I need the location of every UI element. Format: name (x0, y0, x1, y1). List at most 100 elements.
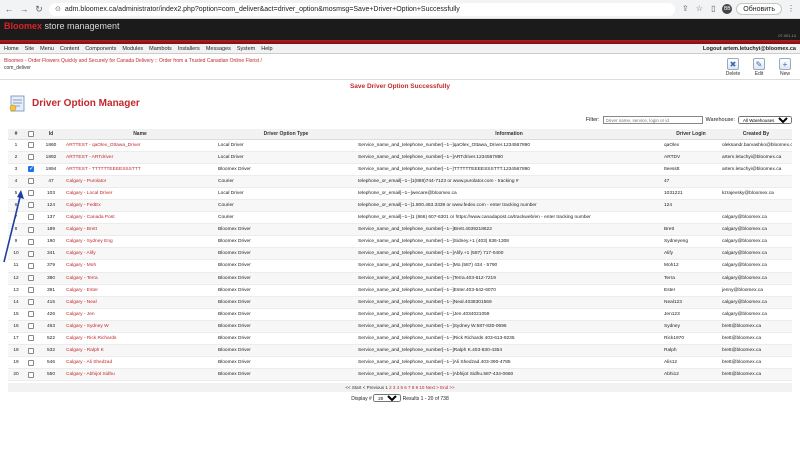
menu-components[interactable]: Components (85, 46, 116, 52)
row-checkbox[interactable] (28, 287, 34, 294)
address-bar[interactable]: ⊙ adm.bloomex.ca/administrator/index2.ph… (49, 2, 676, 16)
row-checkbox[interactable] (28, 371, 34, 378)
table-row[interactable]: 20 550 Calgary - Abhijot Sidhu Bloomex Driv… (8, 368, 792, 382)
menu-modules[interactable]: Modules (122, 46, 143, 52)
table-row[interactable]: 2 1892 ARTTEST - ARTdriver Local Driver Serv… (8, 151, 792, 164)
filter-input[interactable] (602, 116, 703, 124)
display-count-select[interactable]: 20 (373, 394, 402, 403)
menu-messages[interactable]: Messages (206, 46, 231, 52)
row-checkbox[interactable] (28, 178, 34, 185)
row-checkbox-cell[interactable] (24, 296, 38, 309)
row-checkbox-cell[interactable] (24, 284, 38, 297)
profile-avatar[interactable]: BB (722, 4, 733, 14)
row-name-link[interactable]: Calgary - Local Driver (64, 187, 216, 200)
new-button[interactable]: + New (774, 58, 796, 77)
warehouse-select[interactable]: All Warehouses (738, 116, 792, 124)
header-id[interactable]: Id (38, 129, 64, 140)
row-checkbox-cell[interactable] (24, 344, 38, 358)
row-checkbox-cell[interactable] (24, 368, 38, 382)
table-row[interactable]: 12 380 Calgary - Terra Bloomex Driver Servic… (8, 272, 792, 285)
reload-icon[interactable]: ↻ (34, 4, 44, 14)
table-row[interactable]: 11 379 Calgary - Moh Bloomex Driver Service_… (8, 259, 792, 273)
row-checkbox[interactable] (28, 299, 34, 306)
delete-button[interactable]: ✖ Delete (722, 58, 744, 77)
menu-mambots[interactable]: Mambots (149, 46, 172, 52)
row-checkbox-cell[interactable] (24, 320, 38, 334)
table-row[interactable]: 6 124 Calgary - FedEx Courier telephone_or_e… (8, 199, 792, 213)
table-row[interactable]: 14 415 Calgary - Neal Bloomex Driver Service… (8, 296, 792, 309)
share-icon[interactable]: ⇪ (680, 4, 690, 14)
menu-installers[interactable]: Installers (178, 46, 200, 52)
table-row[interactable]: 7 137 Calgary - Canada Post Courier telephon… (8, 211, 792, 225)
pager-page-link[interactable]: 7 (408, 385, 411, 390)
pager-page-link[interactable]: 10 (419, 385, 424, 390)
row-checkbox[interactable] (28, 347, 34, 354)
row-name-link[interactable]: Calgary - Canada Post (64, 211, 216, 225)
header-select-all[interactable] (24, 129, 38, 140)
site-info-icon[interactable]: ⊙ (55, 5, 61, 13)
row-checkbox-cell[interactable] (24, 247, 38, 261)
logout-link[interactable]: Logout artem.letuchyi@bloomex.ca (703, 46, 796, 52)
row-name-link[interactable]: Calgary - Moh (64, 259, 216, 273)
row-checkbox[interactable] (28, 274, 34, 281)
menu-menu[interactable]: Menu (40, 46, 54, 52)
table-row[interactable]: 17 522 Calgary - Rick Richards Bloomex Driv… (8, 332, 792, 346)
row-checkbox[interactable] (28, 190, 34, 197)
row-name-link[interactable]: Calgary - Sydney Eng (64, 235, 216, 249)
table-row[interactable]: 15 426 Calgary - Jen Bloomex Driver Service_… (8, 308, 792, 321)
row-checkbox[interactable] (28, 214, 34, 221)
row-checkbox[interactable] (28, 226, 34, 233)
table-row[interactable]: 10 341 Calgary - Alify Bloomex Driver Servic… (8, 247, 792, 261)
menu-home[interactable]: Home (4, 46, 19, 52)
row-name-link[interactable]: Calgary - Sydney W (64, 320, 216, 334)
pager-page-link[interactable]: 3 (393, 385, 396, 390)
pager-page-link[interactable]: 5 (400, 385, 403, 390)
bookmark-star-icon[interactable]: ☆ (694, 4, 704, 14)
breadcrumb-site[interactable]: Bloomex - Order Flowers Quickly and Secu… (4, 58, 262, 65)
row-name-link[interactable]: Calgary - Terra (64, 272, 216, 285)
table-row[interactable]: 16 463 Calgary - Sydney W Bloomex Driver Ser… (8, 320, 792, 334)
menu-system[interactable]: System (237, 46, 255, 52)
row-name-link[interactable]: Calgary - Abhijot Sidhu (64, 368, 216, 382)
table-row[interactable]: 1 1860 ARTTEST - qaOlex_Ottawa_Driver Local… (8, 139, 792, 152)
pager-page-link[interactable]: 4 (397, 385, 400, 390)
row-checkbox-cell[interactable] (24, 211, 38, 225)
row-checkbox[interactable] (28, 262, 34, 269)
header-name[interactable]: Name (64, 129, 216, 140)
row-checkbox-cell[interactable] (24, 272, 38, 285)
row-checkbox-cell[interactable] (24, 356, 38, 370)
row-checkbox-cell[interactable] (24, 223, 38, 237)
row-name-link[interactable]: Calgary - Ralph K (64, 344, 216, 358)
row-name-link[interactable]: Calgary - Ester (64, 284, 216, 297)
row-checkbox[interactable] (28, 202, 34, 209)
header-login[interactable]: Driver Login (662, 129, 720, 140)
row-checkbox-cell[interactable] (24, 151, 38, 164)
menu-help[interactable]: Help (261, 46, 272, 52)
row-checkbox[interactable] (28, 165, 34, 173)
row-name-link[interactable]: Calgary - Jen (64, 308, 216, 321)
header-information[interactable]: Information (356, 129, 662, 140)
row-name-link[interactable]: Calgary - Neal (64, 296, 216, 309)
pager-page-link[interactable]: 2 (389, 385, 392, 390)
forward-icon[interactable]: → (19, 4, 29, 14)
row-name-link[interactable]: Calgary - FedEx (64, 199, 216, 213)
row-name-link[interactable]: Calgary - Alify (64, 247, 216, 261)
row-name-link[interactable]: Calgary - Rick Richards (64, 332, 216, 346)
row-name-link[interactable]: Calgary - Purolator (64, 175, 216, 188)
row-name-link[interactable]: Calgary - Brett (64, 223, 216, 237)
more-menu-icon[interactable]: ⋮ (786, 4, 796, 14)
pager-start[interactable]: << Start (345, 385, 361, 390)
menu-content[interactable]: Content (60, 46, 79, 52)
table-row[interactable]: 3 1894ARTTEST - TTTTTTEEEESSSTTTBloomex D… (8, 163, 792, 176)
row-checkbox[interactable] (28, 141, 34, 148)
row-checkbox-cell[interactable] (24, 139, 38, 152)
row-checkbox-cell[interactable] (24, 332, 38, 346)
row-checkbox[interactable] (28, 323, 34, 330)
row-checkbox[interactable] (28, 154, 34, 160)
row-checkbox[interactable] (28, 335, 34, 342)
table-row[interactable]: 9 190 Calgary - Sydney Eng Bloomex Driver Se… (8, 235, 792, 249)
header-type[interactable]: Driver Option Type (216, 129, 356, 140)
row-checkbox-cell[interactable] (24, 235, 38, 249)
row-name-link[interactable]: ARTTEST - qaOlex_Ottawa_Driver (64, 139, 216, 152)
row-checkbox-cell[interactable] (24, 175, 38, 188)
